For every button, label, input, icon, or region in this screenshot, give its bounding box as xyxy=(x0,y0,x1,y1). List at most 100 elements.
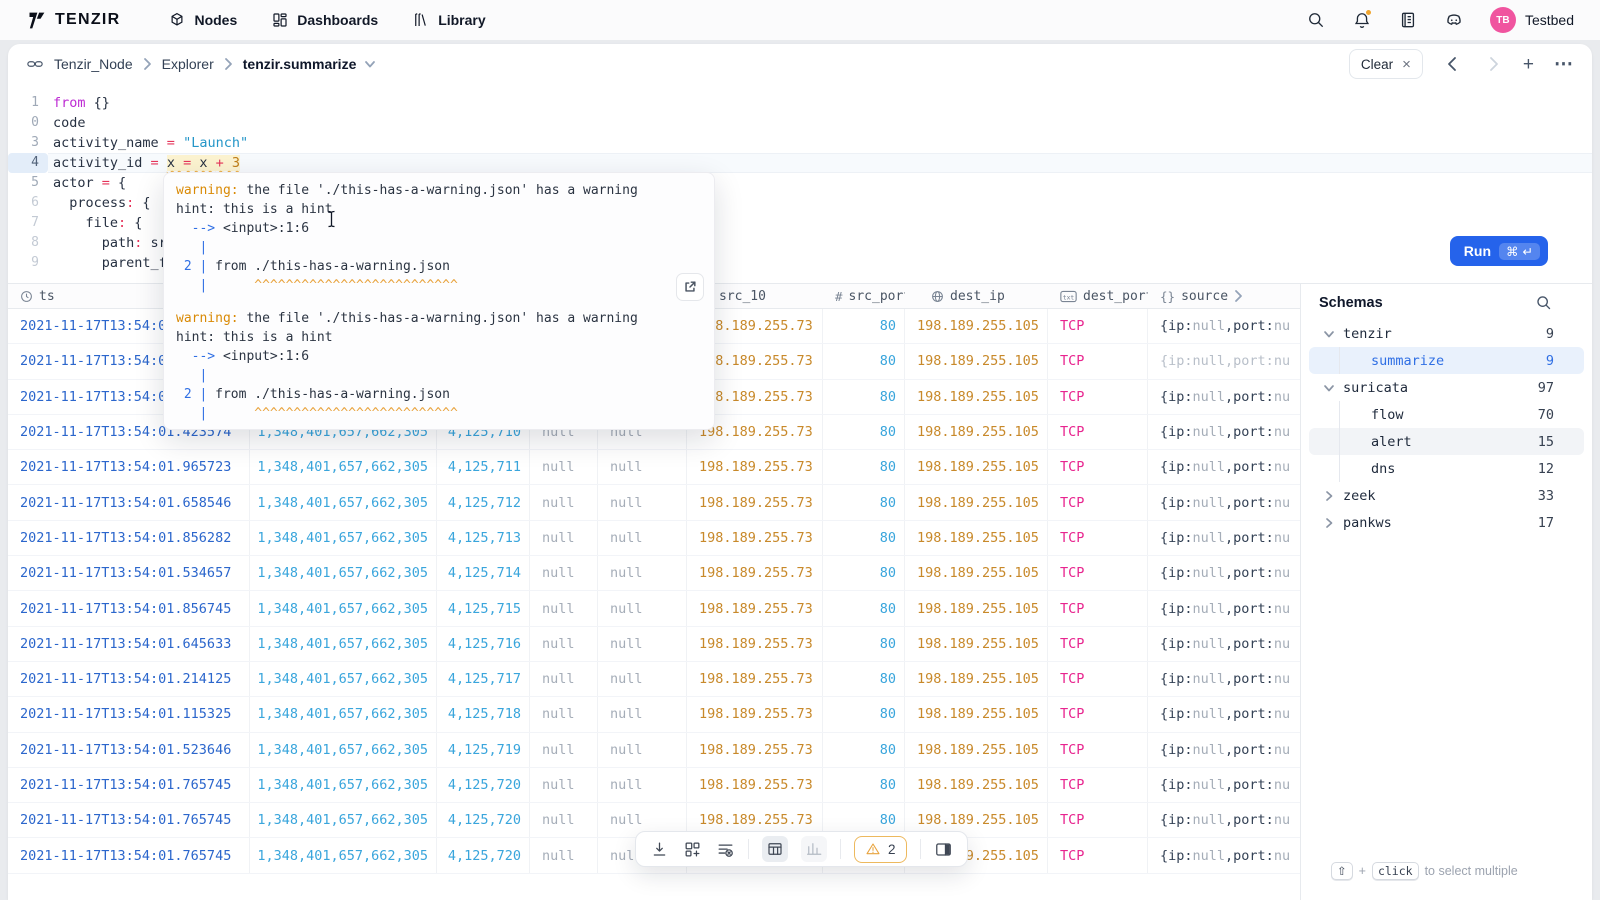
table-cell: TCP xyxy=(1048,450,1148,484)
table-cell: null xyxy=(530,768,598,802)
breadcrumb-pipeline[interactable]: tenzir.summarize xyxy=(243,56,357,72)
nav-item-label: Nodes xyxy=(194,12,237,28)
table-row[interactable]: 2021-11-17T13:54:01.8567451,348,401,657,… xyxy=(8,591,1300,626)
open-diagnostics-button[interactable] xyxy=(676,273,704,301)
schema-item-tenzir[interactable]: tenzir9 xyxy=(1309,320,1584,347)
token: parent_f xyxy=(53,255,167,271)
breadcrumb-node[interactable]: Tenzir_Node xyxy=(54,56,133,72)
token: {ip: xyxy=(1160,495,1193,511)
token: nu xyxy=(1274,742,1290,758)
cell-value: 198.189.255.73 xyxy=(699,636,813,652)
cell-value: null xyxy=(542,671,575,687)
cell-value: 1,348,401,657,662,305 xyxy=(257,565,428,581)
table-cell: 1,348,401,657,662,305 xyxy=(250,662,437,696)
chevron-right-icon xyxy=(143,57,152,71)
column-header-src_port[interactable]: #src_port xyxy=(823,284,905,308)
chevron-down-icon[interactable] xyxy=(1323,382,1335,394)
chart-view-button[interactable] xyxy=(801,836,827,862)
breadcrumb-explorer[interactable]: Explorer xyxy=(162,56,214,72)
more-menu-button[interactable]: ⋯ xyxy=(1554,55,1574,74)
run-shortcut: ⌘ ↵ xyxy=(1499,243,1540,260)
nav-item-dashboards[interactable]: Dashboards xyxy=(271,11,378,29)
token xyxy=(176,240,199,255)
column-header-dest_port[interactable]: txtdest_port xyxy=(1048,284,1148,308)
table-row[interactable]: 2021-11-17T13:54:01.9657231,348,401,657,… xyxy=(8,450,1300,485)
cell-value: 80 xyxy=(880,601,896,617)
column-header-dest_ip[interactable]: dest_ip xyxy=(905,284,1048,308)
cell-value: 198.189.255.105 xyxy=(917,495,1039,511)
table-row[interactable]: 2021-11-17T13:54:01.8562821,348,401,657,… xyxy=(8,521,1300,556)
table-cell: 198.189.255.105 xyxy=(905,344,1048,378)
history-back-button[interactable] xyxy=(1443,54,1463,74)
token: nu xyxy=(1274,565,1290,581)
cell-value: TCP xyxy=(1060,424,1084,440)
download-button[interactable] xyxy=(649,839,669,859)
click-key: click xyxy=(1372,862,1419,880)
token: nu xyxy=(1274,706,1290,722)
code-line: activity_name = "Launch" xyxy=(48,133,1592,153)
table-view-button[interactable] xyxy=(762,836,788,862)
cell-value: 198.189.255.73 xyxy=(699,530,813,546)
dashboard-grid-icon xyxy=(271,11,289,29)
toggle-sidebar-button[interactable] xyxy=(934,839,954,859)
schema-item-dns[interactable]: dns12 xyxy=(1309,455,1584,482)
line-number: 5 xyxy=(8,173,48,193)
schema-item-flow[interactable]: flow70 xyxy=(1309,401,1584,428)
table-row[interactable]: 2021-11-17T13:54:01.5346571,348,401,657,… xyxy=(8,556,1300,591)
schema-item-alert[interactable]: alert15 xyxy=(1309,428,1584,455)
discord-icon[interactable] xyxy=(1444,10,1464,30)
token: ,port: xyxy=(1225,812,1274,828)
table-row[interactable]: 2021-11-17T13:54:01.6585461,348,401,657,… xyxy=(8,485,1300,520)
cell-value: 80 xyxy=(880,777,896,793)
table-row[interactable]: 2021-11-17T13:54:01.5236461,348,401,657,… xyxy=(8,733,1300,768)
chevron-down-icon[interactable] xyxy=(1323,328,1335,340)
schemas-search-icon[interactable] xyxy=(1535,294,1552,311)
nav-item-nodes[interactable]: Nodes xyxy=(168,11,237,29)
clear-button[interactable]: Clear × xyxy=(1349,49,1423,79)
table-row[interactable]: 2021-11-17T13:54:01.6456331,348,401,657,… xyxy=(8,627,1300,662)
schema-item-suricata[interactable]: suricata97 xyxy=(1309,374,1584,401)
table-row[interactable]: 2021-11-17T13:54:01.1153251,348,401,657,… xyxy=(8,697,1300,732)
chevron-right-icon[interactable] xyxy=(1323,490,1335,502)
schema-item-zeek[interactable]: zeek33 xyxy=(1309,482,1584,509)
run-button[interactable]: Run ⌘ ↵ xyxy=(1450,236,1548,266)
close-icon: × xyxy=(1402,57,1411,72)
user-menu[interactable]: TB Testbed xyxy=(1490,7,1574,33)
table-row[interactable]: 2021-11-17T13:54:01.2141251,348,401,657,… xyxy=(8,662,1300,697)
table-cell: {ip:null,port:nu xyxy=(1148,627,1300,661)
add-to-dashboard-button[interactable] xyxy=(682,839,702,859)
table-row[interactable]: 2021-11-17T13:54:01.7657451,348,401,657,… xyxy=(8,768,1300,803)
cell-value: 1,348,401,657,662,305 xyxy=(257,459,428,475)
column-header-source[interactable]: {}source xyxy=(1148,284,1300,308)
search-icon[interactable] xyxy=(1306,10,1326,30)
cell-value: null xyxy=(610,495,643,511)
tenzir-logo[interactable]: TENZIR xyxy=(26,10,120,31)
cell-value: 198.189.255.73 xyxy=(699,318,813,334)
cell-value: 80 xyxy=(880,812,896,828)
add-tab-button[interactable]: + xyxy=(1523,55,1534,74)
notifications-bell-icon[interactable] xyxy=(1352,10,1372,30)
clear-filters-button[interactable] xyxy=(715,839,735,859)
cell-value: TCP xyxy=(1060,636,1084,652)
table-cell: 80 xyxy=(823,344,905,378)
chevron-right-icon[interactable] xyxy=(1323,517,1335,529)
table-cell: {ip:null,port:nu xyxy=(1148,838,1300,872)
warning-triangle-icon xyxy=(865,841,881,857)
cell-value: 198.189.255.73 xyxy=(699,671,813,687)
nav-item-library[interactable]: Library xyxy=(412,11,485,29)
history-forward-button[interactable] xyxy=(1483,54,1503,74)
table-cell: null xyxy=(530,733,598,767)
toolbar-divider xyxy=(748,839,749,859)
docs-icon[interactable] xyxy=(1398,10,1418,30)
cell-value: 198.189.255.73 xyxy=(699,389,813,405)
table-cell: 198.189.255.73 xyxy=(687,556,823,590)
warnings-button[interactable]: 2 xyxy=(854,836,907,863)
chevron-down-icon[interactable] xyxy=(364,58,376,70)
table-cell: 198.189.255.105 xyxy=(905,697,1048,731)
table-cell: 80 xyxy=(823,768,905,802)
diagnostics-content: warning: the file './this-has-a-warning.… xyxy=(176,181,702,423)
expand-column-icon[interactable] xyxy=(1234,289,1243,303)
column-header-label: src_port xyxy=(849,289,905,304)
schema-item-summarize[interactable]: summarize9 xyxy=(1309,347,1584,374)
schema-item-pankws[interactable]: pankws17 xyxy=(1309,509,1584,536)
